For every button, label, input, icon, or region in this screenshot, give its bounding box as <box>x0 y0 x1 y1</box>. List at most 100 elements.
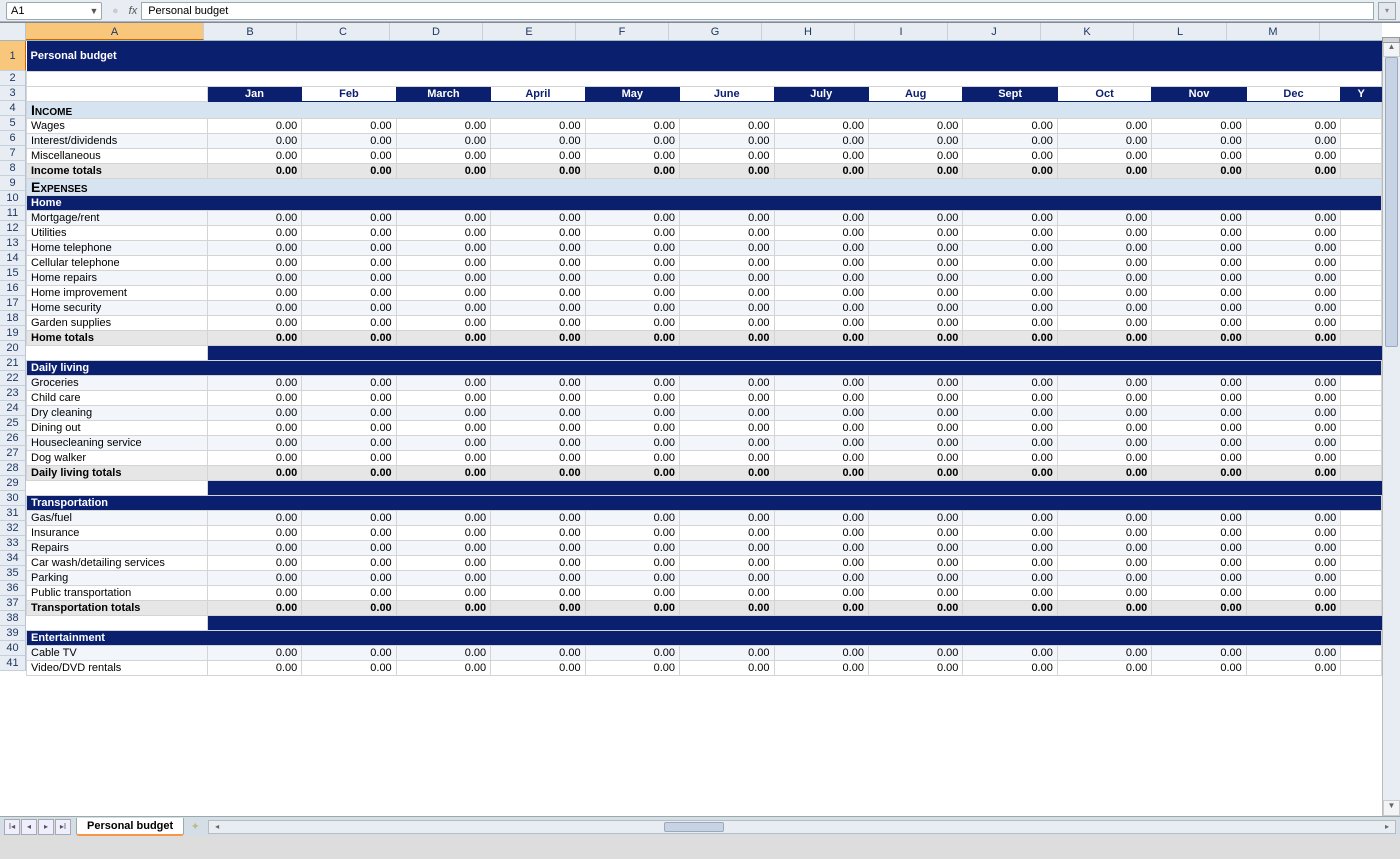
cell[interactable]: 0.00 <box>491 435 585 450</box>
cell[interactable]: Home improvement <box>27 285 208 300</box>
cell[interactable]: 0.00 <box>302 660 396 675</box>
cell[interactable]: 0.00 <box>207 525 301 540</box>
cell[interactable]: 0.00 <box>774 450 868 465</box>
cell[interactable]: 0.00 <box>491 285 585 300</box>
cell[interactable]: 0.00 <box>396 133 490 148</box>
cell[interactable]: Dry cleaning <box>27 405 208 420</box>
cell[interactable]: 0.00 <box>1152 600 1246 615</box>
cell[interactable]: 0.00 <box>585 420 679 435</box>
cell[interactable] <box>1246 345 1340 360</box>
cell[interactable]: 0.00 <box>396 510 490 525</box>
row-header-36[interactable]: 36 <box>0 581 26 596</box>
cell[interactable]: 0.00 <box>1152 225 1246 240</box>
cell[interactable]: 0.00 <box>396 390 490 405</box>
cell[interactable]: 0.00 <box>585 133 679 148</box>
cell[interactable]: 0.00 <box>963 585 1057 600</box>
cell[interactable]: 0.00 <box>680 420 774 435</box>
cell[interactable]: 0.00 <box>1152 118 1246 133</box>
row-header-39[interactable]: 39 <box>0 626 26 641</box>
expand-formula-bar-icon[interactable]: ▾ <box>1378 2 1396 20</box>
cell[interactable]: 0.00 <box>1057 285 1151 300</box>
cell[interactable]: Home totals <box>27 330 208 345</box>
row-header-17[interactable]: 17 <box>0 296 26 311</box>
cell[interactable]: 0.00 <box>1152 585 1246 600</box>
cell[interactable]: 0.00 <box>585 240 679 255</box>
row-header-14[interactable]: 14 <box>0 251 26 266</box>
cell[interactable]: 0.00 <box>1246 450 1340 465</box>
cell[interactable]: 0.00 <box>207 465 301 480</box>
cell[interactable] <box>1341 133 1382 148</box>
cell[interactable]: 0.00 <box>302 600 396 615</box>
cell[interactable]: 0.00 <box>207 450 301 465</box>
cell[interactable]: 0.00 <box>963 240 1057 255</box>
cell[interactable]: 0.00 <box>396 330 490 345</box>
cell[interactable] <box>1341 240 1382 255</box>
cell[interactable]: 0.00 <box>680 435 774 450</box>
month-header[interactable]: June <box>680 86 774 101</box>
cell[interactable]: 0.00 <box>1057 405 1151 420</box>
cell[interactable] <box>207 345 301 360</box>
scroll-up-icon[interactable]: ▲ <box>1383 41 1400 57</box>
row-header-35[interactable]: 35 <box>0 566 26 581</box>
cell[interactable] <box>1057 345 1151 360</box>
row-header-25[interactable]: 25 <box>0 416 26 431</box>
cell[interactable]: 0.00 <box>868 163 962 178</box>
cell[interactable]: 0.00 <box>396 540 490 555</box>
cell[interactable] <box>1341 480 1382 495</box>
cell[interactable]: 0.00 <box>1057 210 1151 225</box>
cell[interactable]: 0.00 <box>774 210 868 225</box>
cell[interactable]: 0.00 <box>774 375 868 390</box>
cell[interactable]: 0.00 <box>868 435 962 450</box>
cell[interactable]: 0.00 <box>963 118 1057 133</box>
cell[interactable] <box>396 615 490 630</box>
cell[interactable]: 0.00 <box>491 390 585 405</box>
cell[interactable]: 0.00 <box>868 255 962 270</box>
cell[interactable]: 0.00 <box>585 375 679 390</box>
cell[interactable]: 0.00 <box>302 570 396 585</box>
row-header-32[interactable]: 32 <box>0 521 26 536</box>
row-header-22[interactable]: 22 <box>0 371 26 386</box>
cell[interactable]: 0.00 <box>302 163 396 178</box>
cell[interactable]: 0.00 <box>491 300 585 315</box>
cell[interactable] <box>680 615 774 630</box>
cell[interactable]: 0.00 <box>868 315 962 330</box>
cell[interactable]: 0.00 <box>491 148 585 163</box>
cell[interactable]: 0.00 <box>868 525 962 540</box>
col-header-H[interactable]: H <box>762 23 855 40</box>
cell[interactable]: 0.00 <box>963 225 1057 240</box>
cell[interactable]: 0.00 <box>491 405 585 420</box>
cell[interactable] <box>680 345 774 360</box>
cell[interactable]: 0.00 <box>1152 240 1246 255</box>
cell[interactable]: 0.00 <box>774 315 868 330</box>
month-header[interactable]: March <box>396 86 490 101</box>
cell[interactable]: 0.00 <box>680 148 774 163</box>
row-header-8[interactable]: 8 <box>0 161 26 176</box>
row-header-1[interactable]: 1 <box>0 41 26 71</box>
cell[interactable]: Wages <box>27 118 208 133</box>
cell[interactable]: 0.00 <box>868 240 962 255</box>
cell[interactable] <box>1341 465 1382 480</box>
cell[interactable] <box>868 480 962 495</box>
cell[interactable]: Income totals <box>27 163 208 178</box>
cell[interactable]: 0.00 <box>207 330 301 345</box>
cell[interactable]: 0.00 <box>868 330 962 345</box>
row-header-19[interactable]: 19 <box>0 326 26 341</box>
scroll-left-icon[interactable]: ◂ <box>209 822 225 831</box>
cell[interactable]: 0.00 <box>680 510 774 525</box>
row-header-20[interactable]: 20 <box>0 341 26 356</box>
first-tab-icon[interactable]: I◂ <box>4 819 20 835</box>
cell[interactable]: 0.00 <box>396 660 490 675</box>
cell[interactable]: 0.00 <box>680 450 774 465</box>
cell[interactable] <box>1341 163 1382 178</box>
row-header-40[interactable]: 40 <box>0 641 26 656</box>
cell[interactable]: 0.00 <box>1152 375 1246 390</box>
cell[interactable]: Insurance <box>27 525 208 540</box>
cell[interactable]: 0.00 <box>680 390 774 405</box>
cell[interactable] <box>491 480 585 495</box>
row-header-21[interactable]: 21 <box>0 356 26 371</box>
cell[interactable]: 0.00 <box>302 225 396 240</box>
cell[interactable]: 0.00 <box>302 270 396 285</box>
cell[interactable]: 0.00 <box>491 225 585 240</box>
cell[interactable]: 0.00 <box>680 405 774 420</box>
cell[interactable]: 0.00 <box>1057 540 1151 555</box>
